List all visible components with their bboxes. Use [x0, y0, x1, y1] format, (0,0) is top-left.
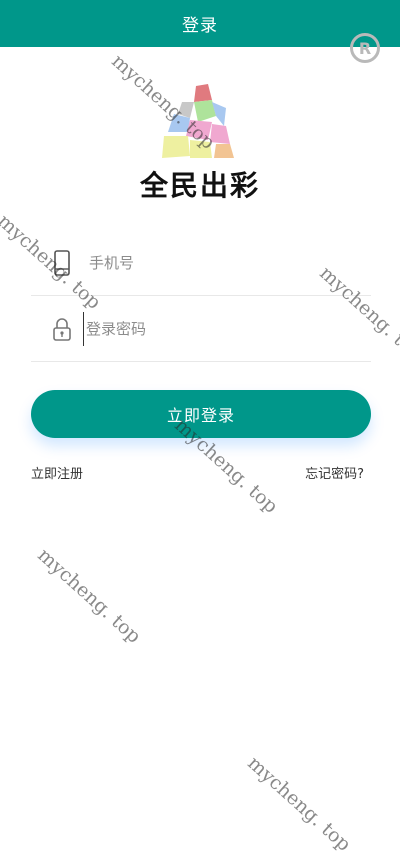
- brand-logo: 全民出彩: [0, 84, 400, 204]
- phone-field: [31, 230, 371, 296]
- forgot-password-link[interactable]: 忘记密码?: [305, 463, 364, 482]
- header-bar: 登录: [0, 0, 400, 47]
- logo-mosaic-icon: [162, 84, 234, 158]
- watermark-text: mycheng. top: [33, 544, 146, 648]
- phone-icon: [49, 249, 75, 277]
- phone-input[interactable]: [87, 245, 351, 280]
- watermark-text: mycheng. top: [243, 752, 356, 856]
- lock-icon: [49, 315, 75, 343]
- password-field: [31, 296, 371, 362]
- registered-mark-icon: R: [350, 33, 380, 63]
- password-input[interactable]: [83, 311, 348, 346]
- page-title: 登录: [182, 16, 218, 36]
- register-link[interactable]: 立即注册: [31, 463, 83, 482]
- brand-name: 全民出彩: [139, 169, 260, 202]
- login-button[interactable]: 立即登录: [31, 390, 371, 438]
